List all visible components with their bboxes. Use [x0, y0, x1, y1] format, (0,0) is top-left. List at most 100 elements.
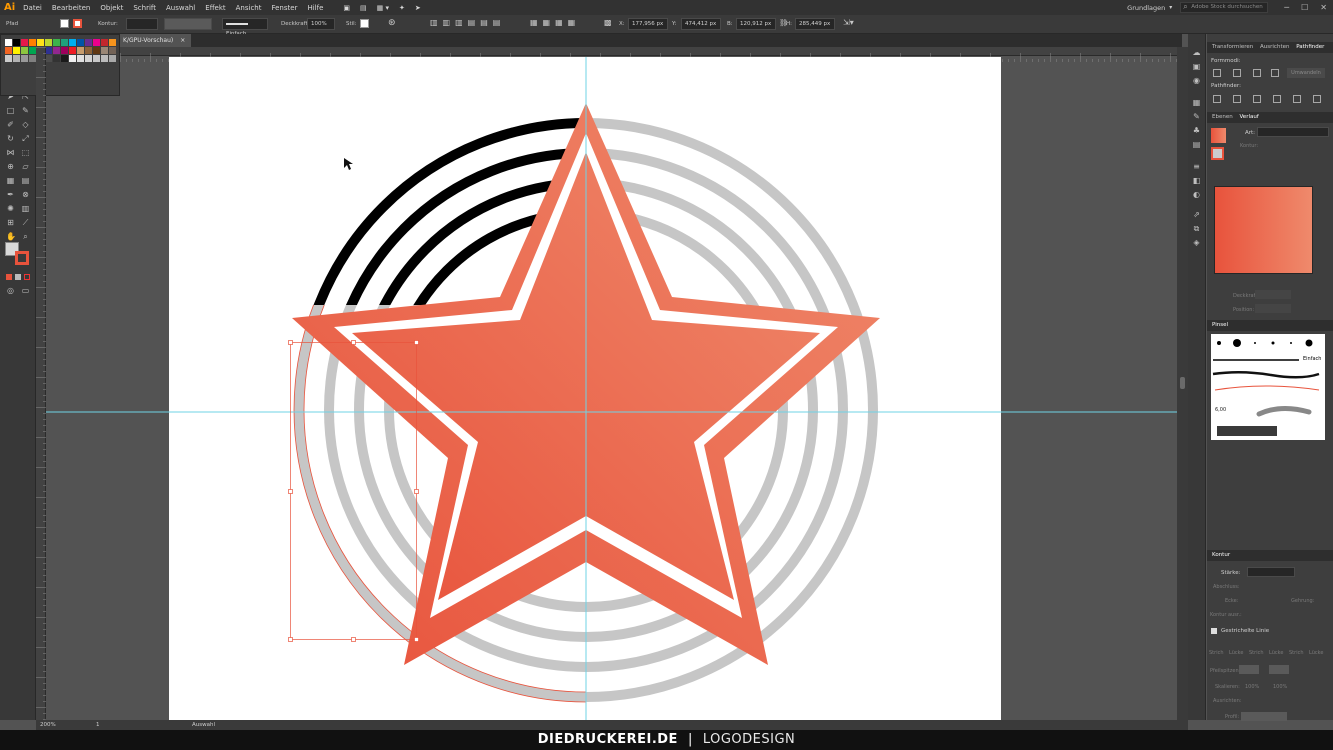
graphic-style-swatch[interactable]	[360, 19, 369, 28]
gradient-mode-icon[interactable]	[15, 274, 21, 280]
position-field-disabled[interactable]	[1255, 304, 1291, 313]
gradient-icon[interactable]: ◧	[1192, 176, 1201, 185]
width-field[interactable]: 120,912 px	[736, 18, 776, 30]
export-icon[interactable]: ⇗	[1192, 210, 1201, 219]
transparency-icon[interactable]: ◐	[1192, 190, 1201, 199]
align-icons[interactable]: ▥▥▥▤▤▤	[430, 18, 505, 27]
tab-ausrichten[interactable]: Ausrichten	[1260, 44, 1289, 50]
tab-pathfinder[interactable]: Pathfinder	[1296, 44, 1324, 50]
crop-button[interactable]	[1273, 95, 1281, 103]
swatch[interactable]	[13, 55, 20, 62]
brush-definition-field[interactable]: Einfach	[222, 18, 268, 37]
arrowhead-start-select[interactable]	[1239, 665, 1259, 674]
swatch[interactable]	[29, 55, 36, 62]
outline-button[interactable]	[1293, 95, 1301, 103]
gradient-tool-icon[interactable]: ▤	[21, 176, 30, 185]
scale-start-value[interactable]: 100%	[1245, 684, 1259, 690]
zoom-level[interactable]: 200%	[40, 720, 56, 730]
scale-end-value[interactable]: 100%	[1273, 684, 1287, 690]
mesh-tool-icon[interactable]: ▦	[6, 176, 15, 185]
eraser-tool-icon[interactable]: ◇	[21, 120, 30, 129]
recolor-icon[interactable]: ⊛	[388, 18, 396, 28]
variable-width-field[interactable]	[164, 18, 212, 30]
tab-transformieren[interactable]: Transformieren	[1212, 44, 1253, 50]
swatch[interactable]	[85, 47, 92, 54]
trim-button[interactable]	[1233, 95, 1241, 103]
swatch[interactable]	[5, 39, 12, 46]
slice-tool-icon[interactable]: ⟋	[21, 218, 30, 227]
stroke-icon[interactable]: ≡	[1192, 162, 1201, 171]
unite-button[interactable]	[1213, 69, 1221, 77]
swatch[interactable]	[77, 39, 84, 46]
swatch[interactable]	[101, 47, 108, 54]
brush-library[interactable]: Einfach 6,00	[1211, 334, 1325, 440]
gpu-icon[interactable]: ✦	[399, 4, 405, 12]
profile-select[interactable]	[1241, 712, 1287, 721]
stroke-swatch[interactable]	[73, 19, 82, 28]
draw-mode-icon[interactable]: ◎	[6, 286, 15, 295]
swatch[interactable]	[61, 47, 68, 54]
brush-tool-icon[interactable]: ✎	[21, 106, 30, 115]
stock-search-input[interactable]: Adobe Stock durchsuchen	[1180, 2, 1269, 13]
x-field[interactable]: 177,956 px	[628, 18, 668, 30]
stroke-color-box[interactable]	[15, 251, 29, 265]
swatch[interactable]	[45, 47, 52, 54]
artboard-number[interactable]: 1	[96, 720, 100, 730]
scale-tool-icon[interactable]: ⤢	[21, 134, 30, 143]
menu-ansicht[interactable]: Ansicht	[236, 4, 262, 12]
vertical-ruler[interactable]	[36, 47, 46, 720]
menu-datei[interactable]: Datei	[23, 4, 42, 12]
menu-objekt[interactable]: Objekt	[100, 4, 123, 12]
swatch[interactable]	[53, 39, 60, 46]
none-mode-icon[interactable]	[24, 274, 30, 280]
color-guide-icon[interactable]: ▣	[1192, 62, 1201, 71]
menu-effekt[interactable]: Effekt	[205, 4, 225, 12]
dashed-line-checkbox[interactable]	[1211, 628, 1217, 634]
vertical-scrollbar[interactable]	[1177, 47, 1188, 720]
screen-mode-icon[interactable]: ▭	[21, 286, 30, 295]
libraries-icon[interactable]: ☁	[1192, 48, 1201, 57]
swatch[interactable]	[101, 39, 108, 46]
tab-verlauf[interactable]: Verlauf	[1239, 114, 1258, 120]
arrange-docs-icon[interactable]: ▦ ▾	[377, 4, 389, 12]
artboards-icon[interactable]: ⧉	[1192, 224, 1201, 233]
close-icon[interactable]: ✕	[1320, 3, 1327, 12]
menu-hilfe[interactable]: Hilfe	[307, 4, 323, 12]
symbol-sprayer-tool-icon[interactable]: ✺	[6, 204, 15, 213]
stroke-weight-field[interactable]	[126, 18, 158, 30]
y-field[interactable]: 474,412 px	[681, 18, 721, 30]
scrollbar-thumb[interactable]	[1180, 377, 1185, 389]
distribute-icons[interactable]: ▦▦▦▦	[530, 18, 580, 27]
menu-bearbeiten[interactable]: Bearbeiten	[52, 4, 90, 12]
blend-tool-icon[interactable]: ⊗	[21, 190, 30, 199]
stroke-weight-input[interactable]	[1247, 567, 1295, 577]
graphic-styles-icon[interactable]: ▤	[1192, 140, 1201, 149]
gradient-thumbnail[interactable]	[1211, 128, 1226, 143]
shape-builder-tool-icon[interactable]: ⊕	[6, 162, 15, 171]
swatch[interactable]	[69, 47, 76, 54]
swatch[interactable]	[45, 39, 52, 46]
symbols-icon[interactable]: ♣	[1192, 126, 1201, 135]
swatch[interactable]	[13, 47, 20, 54]
arrowhead-end-select[interactable]	[1269, 665, 1289, 674]
horizontal-ruler[interactable]	[120, 47, 1182, 62]
hand-tool-icon[interactable]: ✋	[6, 232, 16, 241]
close-tab-icon[interactable]: ×	[180, 37, 185, 44]
swatch[interactable]	[109, 39, 116, 46]
swatch[interactable]	[21, 47, 28, 54]
swatch[interactable]	[93, 39, 100, 46]
swatch[interactable]	[53, 47, 60, 54]
maximize-icon[interactable]: ☐	[1301, 3, 1308, 12]
send-icon[interactable]: ➤	[415, 4, 421, 12]
exclude-button[interactable]	[1271, 69, 1279, 77]
menu-auswahl[interactable]: Auswahl	[166, 4, 195, 12]
document-tab[interactable]: K/GPU-Vorschau) ×	[120, 34, 192, 47]
swatch[interactable]	[109, 47, 116, 54]
reference-point-icon[interactable]: ▩	[604, 18, 612, 27]
minimize-icon[interactable]: ─	[1284, 3, 1289, 12]
eyedropper-tool-icon[interactable]: ✒	[6, 190, 15, 199]
swatch[interactable]	[69, 39, 76, 46]
rotate-tool-icon[interactable]: ↻	[6, 134, 15, 143]
swatches-icon[interactable]: ▦	[1192, 98, 1201, 107]
swatch[interactable]	[93, 47, 100, 54]
